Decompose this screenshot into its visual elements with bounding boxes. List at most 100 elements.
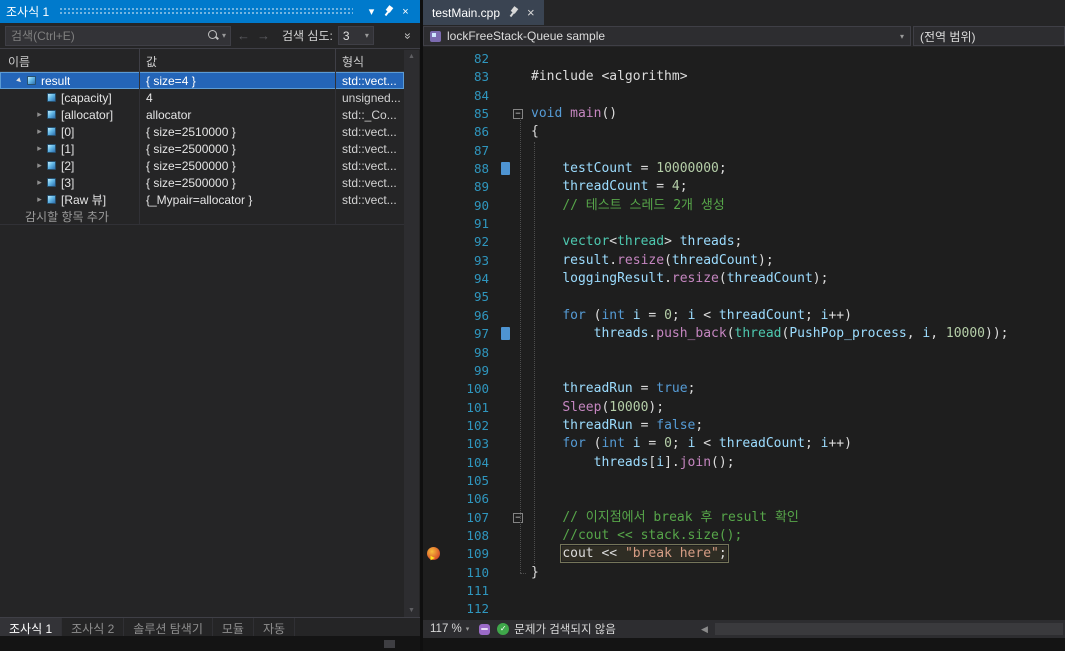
project-dropdown[interactable]: lockFreeStack-Queue sample ▾	[423, 26, 911, 46]
code-text: loggingResult.resize(threadCount);	[562, 271, 829, 287]
panel-tab[interactable]: 솔루션 탐색기	[124, 618, 213, 636]
code-text: Sleep(10000);	[562, 399, 665, 415]
tab-testmain-cpp[interactable]: testMain.cpp ×	[423, 0, 544, 25]
margin-spacer	[489, 527, 499, 545]
fold-margin	[513, 68, 527, 86]
code-line[interactable]: 111	[423, 582, 1065, 600]
code-area[interactable]: 82 83 #include <algorithm> 84 85− void main()…	[423, 47, 1065, 620]
panel-tab[interactable]: 조사식 2	[62, 618, 125, 636]
code-line[interactable]: 83 #include <algorithm>	[423, 68, 1065, 86]
zoom-level[interactable]: 117 %	[423, 623, 466, 635]
fold-margin	[513, 50, 527, 68]
margin-spacer	[489, 380, 499, 398]
search-back-icon[interactable]: ←	[236, 28, 251, 43]
line-number: 100	[466, 381, 489, 397]
watch-row[interactable]: ▸ [Raw 뷰] {_Mypair=allocator } std::vect...	[0, 191, 404, 208]
line-number: 89	[473, 179, 489, 195]
code-line[interactable]: 112	[423, 600, 1065, 618]
expand-arrow-icon[interactable]: ▸	[34, 177, 45, 188]
close-icon[interactable]: ×	[527, 5, 535, 20]
change-margin	[499, 417, 513, 435]
health-indicator-icon[interactable]	[479, 623, 491, 635]
horizontal-scrollbar[interactable]	[715, 623, 1063, 635]
expand-arrow-icon[interactable]: ▸	[34, 109, 45, 120]
no-issues-check-icon[interactable]: ✓	[497, 623, 510, 635]
watch-name-cell: ▸ [3]	[0, 174, 140, 191]
add-watch-label: 감시할 항목 추가	[25, 209, 109, 224]
code-line[interactable]: 82	[423, 50, 1065, 68]
column-header-type[interactable]: 형식	[336, 49, 404, 71]
glyph-margin	[423, 197, 445, 215]
pin-icon[interactable]	[507, 5, 520, 21]
watch-name-cell: ▸ [0]	[0, 123, 140, 140]
search-depth-select[interactable]: 3 ▾	[337, 26, 374, 45]
search-options-chevron-icon[interactable]: ▾	[220, 31, 230, 40]
expand-arrow-icon[interactable]: ▸	[34, 143, 45, 154]
expand-arrow-icon[interactable]: ▸	[34, 160, 45, 171]
collapse-arrow-icon[interactable]: ▸	[12, 73, 28, 89]
hscroll-left-icon[interactable]: ◀	[701, 624, 708, 635]
glyph-margin	[423, 215, 445, 233]
change-margin	[499, 68, 513, 86]
margin-spacer	[489, 582, 499, 600]
watch-add-row[interactable]: 감시할 항목 추가	[0, 207, 404, 225]
watch-name: [1]	[61, 141, 75, 156]
code-line[interactable]: 84	[423, 87, 1065, 105]
watch-row[interactable]: ▸ result { size=4 } std::vect...	[0, 72, 404, 89]
column-header-value[interactable]: 값	[140, 49, 336, 71]
watch-row[interactable]: ▸ [allocator] allocator std::_Co...	[0, 106, 404, 123]
column-header-name[interactable]: 이름	[0, 49, 140, 71]
glyph-margin	[423, 472, 445, 490]
margin-spacer	[489, 270, 499, 288]
margin-spacer	[489, 472, 499, 490]
current-statement-icon[interactable]	[427, 547, 440, 568]
expand-arrow-icon[interactable]: ▸	[34, 126, 45, 137]
search-forward-icon[interactable]: →	[256, 28, 271, 43]
close-icon[interactable]: ×	[397, 6, 414, 18]
change-margin	[499, 509, 513, 527]
watch-title-bar[interactable]: 조사식 1 ▾ ×	[0, 0, 420, 23]
watch-row[interactable]: ▸ [1] { size=2500000 } std::vect...	[0, 140, 404, 157]
expand-arrow-icon[interactable]: ▸	[34, 194, 45, 205]
margin-spacer	[489, 215, 499, 233]
watch-rows: ▸ result{ size=4 } std::vect... [capacity] 4…	[0, 72, 404, 225]
margin-spacer	[489, 435, 499, 453]
glyph-margin	[423, 50, 445, 68]
line-number: 83	[473, 69, 489, 85]
watch-row[interactable]: ▸ [3] { size=2500000 } std::vect...	[0, 174, 404, 191]
watch-name: [3]	[61, 175, 75, 190]
watch-scrollbar[interactable]: ▲ ▼	[404, 50, 419, 617]
scroll-down-icon[interactable]: ▼	[408, 607, 415, 614]
code-text: threadRun = true;	[562, 381, 696, 397]
bottom-strip-right	[423, 638, 1065, 651]
collapse-region-icon[interactable]: −	[513, 512, 523, 523]
watch-name-cell: ▸ [Raw 뷰]	[0, 191, 140, 208]
window-position-icon[interactable]: ▾	[363, 5, 380, 18]
watch-value: { size=2500000 }	[140, 140, 336, 157]
panel-tab[interactable]: 모듈	[213, 618, 254, 636]
watch-type: std::vect...	[342, 124, 397, 139]
glyph-margin	[423, 564, 445, 582]
collapse-region-icon[interactable]: −	[513, 109, 523, 120]
drag-grip[interactable]	[59, 7, 353, 16]
watch-window: 조사식 1 ▾ × ▾ ← → 검색 심도: 3 ▾ » 이름 값 형식	[0, 0, 420, 651]
search-input[interactable]	[6, 28, 207, 43]
cpp-project-icon	[430, 30, 441, 42]
panel-tab[interactable]: 조사식 1	[0, 618, 63, 636]
line-number: 110	[466, 564, 489, 580]
pin-icon[interactable]	[380, 4, 397, 20]
vs-window: 조사식 1 ▾ × ▾ ← → 검색 심도: 3 ▾ » 이름 값 형식	[0, 0, 1065, 651]
watch-row[interactable]: ▸ [2] { size=2500000 } std::vect...	[0, 157, 404, 174]
scope-dropdown[interactable]: (전역 범위)	[913, 26, 1065, 46]
watch-value: { size=2500000 }	[140, 157, 336, 174]
watch-value: {_Mypair=allocator }	[140, 191, 336, 208]
watch-value: 4	[140, 89, 336, 106]
scroll-up-icon[interactable]: ▲	[408, 53, 415, 60]
watch-row[interactable]: ▸ [0] { size=2510000 } std::vect...	[0, 123, 404, 140]
search-icon[interactable]	[207, 29, 220, 42]
watch-row[interactable]: [capacity] 4 unsigned...	[0, 89, 404, 106]
margin-spacer	[489, 288, 499, 306]
code-text: threads.push_back(thread(PushPop_process…	[593, 326, 1009, 342]
toolbar-overflow-icon[interactable]: »	[401, 29, 415, 43]
panel-tab[interactable]: 자동	[254, 618, 296, 636]
